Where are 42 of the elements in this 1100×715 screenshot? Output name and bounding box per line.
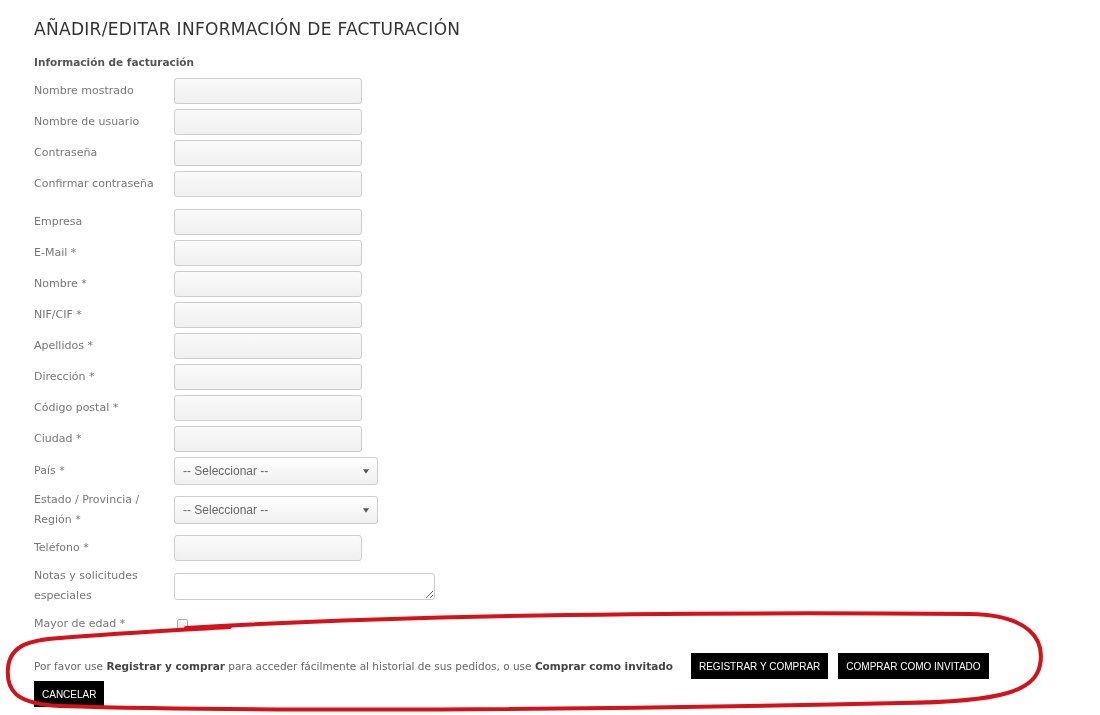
input-field[interactable] xyxy=(174,426,362,452)
dropdown-arrow-icon xyxy=(363,507,369,513)
field-label: País * xyxy=(34,463,66,479)
input-field[interactable] xyxy=(174,535,362,561)
field-label: Nombre de usuario xyxy=(34,114,141,130)
text-area[interactable] xyxy=(174,572,435,600)
select-field[interactable]: -- Seleccionar -- xyxy=(174,457,378,485)
action-button[interactable]: COMPRAR COMO INVITADO xyxy=(838,653,989,679)
input-field[interactable] xyxy=(174,171,362,197)
select-field[interactable]: -- Seleccionar -- xyxy=(174,496,378,524)
input-field[interactable] xyxy=(174,364,362,390)
field-label: Código postal * xyxy=(34,400,120,416)
action-button[interactable]: REGISTRAR Y COMPRAR xyxy=(690,653,829,679)
input-field[interactable] xyxy=(174,240,362,266)
field-label: Confirmar contraseña xyxy=(34,176,155,192)
input-field[interactable] xyxy=(174,78,362,104)
field-label: Nombre * xyxy=(34,276,88,292)
field-label: Mayor de edad * xyxy=(34,616,127,632)
page-title: AÑADIR/EDITAR INFORMACIÓN DE FACTURACIÓN xyxy=(34,19,462,39)
checkbox[interactable] xyxy=(177,618,188,630)
field-label: Ciudad * xyxy=(34,431,83,447)
input-field[interactable] xyxy=(174,209,362,235)
field-label: Estado / Provincia / Región * xyxy=(34,492,141,528)
field-label: NIF/CIF * xyxy=(34,307,83,323)
field-label: Nombre mostrado xyxy=(34,83,135,99)
input-field[interactable] xyxy=(174,302,362,328)
field-label: Apellidos * xyxy=(34,338,94,354)
section-title: Información de facturación xyxy=(34,56,195,68)
input-field[interactable] xyxy=(174,333,362,359)
notice-text: Por favor use Registrar y comprar para acceder fácilmente al historial de sus pedidos, o use Comprar como invitado xyxy=(34,660,673,672)
field-label: Notas y solicitudes especiales xyxy=(34,568,139,604)
input-field[interactable] xyxy=(174,395,362,421)
field-label: Empresa xyxy=(34,214,84,230)
field-label: E-Mail * xyxy=(34,245,78,261)
input-field[interactable] xyxy=(174,109,362,135)
input-field[interactable] xyxy=(174,271,362,297)
dropdown-arrow-icon xyxy=(363,468,369,474)
field-label: Teléfono * xyxy=(34,540,90,556)
cancel-button[interactable]: CANCELAR xyxy=(34,681,105,707)
field-label: Dirección * xyxy=(34,369,96,385)
input-field[interactable] xyxy=(174,140,362,166)
field-label: Contraseña xyxy=(34,145,99,161)
